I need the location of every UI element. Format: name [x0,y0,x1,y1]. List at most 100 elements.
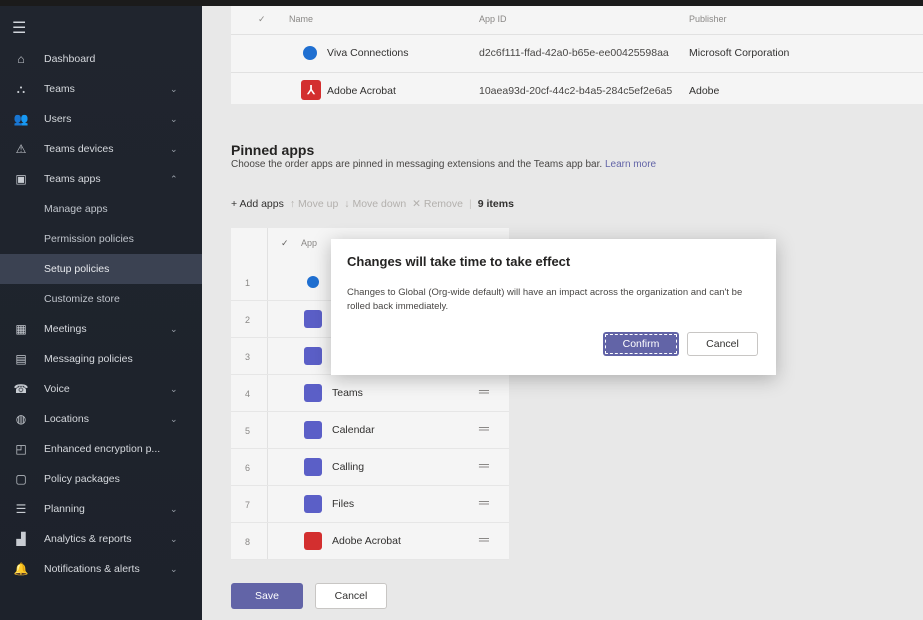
sidebar-item-customize-store[interactable]: Customize store [0,284,202,314]
app-name: Files [332,498,355,510]
drag-handle-icon[interactable]: ═ [479,420,489,436]
column-header-name[interactable]: Name [289,14,313,24]
chevron-icon[interactable]: ⌄ [170,84,178,95]
sidebar-item-label: Planning [44,503,85,515]
confirm-button[interactable]: Confirm [603,332,679,356]
sidebar-item-label: Notifications & alerts [44,563,140,575]
adobe-acrobat-icon: ⅄ [301,80,321,100]
row-order-number: 5 [245,426,251,436]
sidebar-item-teams-devices[interactable]: ⚠ Teams devices ⌄ [0,134,202,164]
pinned-app-row[interactable]: 4 Teams ═ [231,375,509,412]
chevron-icon[interactable]: ⌄ [170,414,178,425]
dialog-cancel-button[interactable]: Cancel [687,332,758,356]
sidebar-item-meetings[interactable]: ▦ Meetings ⌄ [0,314,202,344]
column-header-app-id[interactable]: App ID [479,14,507,24]
save-button[interactable]: Save [231,583,303,609]
hamburger-menu-icon[interactable]: ☰ [12,18,26,38]
drag-handle-icon[interactable]: ═ [479,383,489,399]
move-down-button[interactable]: ↓ Move down [344,198,406,210]
chart-icon: ▟ [16,532,26,546]
add-apps-button[interactable]: + Add apps [231,198,284,210]
dialog-body: Changes to Global (Org-wide default) wil… [347,287,743,312]
row-order-number: 4 [245,389,251,399]
drag-handle-icon[interactable]: ═ [479,531,489,547]
apps-table: ✓ Name App ID Publisher Viva Connections… [231,6,923,104]
sidebar-nav: ☰ ⌂ Dashboard ⛬ Teams ⌄ 👥 Users ⌄ ⚠ Teams devices… [0,6,202,620]
column-header-app[interactable]: App [301,238,317,248]
sidebar-item-label: Teams devices [44,143,114,155]
confirmation-dialog: Changes will take time to take effect Ch… [331,239,776,375]
sidebar-item-notifications-alerts[interactable]: 🔔 Notifications & alerts ⌄ [0,554,202,584]
sidebar-item-setup-policies[interactable]: Setup policies [0,254,202,284]
app-name: Teams [332,387,363,399]
chevron-icon[interactable]: ⌄ [170,144,178,155]
app-name: Viva Connections [327,47,409,59]
app-icon [304,273,322,291]
chevron-icon[interactable]: ⌄ [170,534,178,545]
app-icon [304,310,322,328]
drag-handle-icon[interactable]: ═ [479,457,489,473]
app-icon [304,532,322,550]
sidebar-item-planning[interactable]: ☰ Planning ⌄ [0,494,202,524]
drag-handle-icon[interactable]: ═ [479,494,489,510]
users-icon: 👥 [13,112,29,126]
sidebar-item-permission-policies[interactable]: Permission policies [0,224,202,254]
sidebar-item-locations[interactable]: ◍ Locations ⌄ [0,404,202,434]
sidebar-item-teams-apps[interactable]: ▣ Teams apps ⌃ [0,164,202,194]
app-name: Calendar [332,424,375,436]
sidebar-item-label: Teams [44,83,75,95]
devices-icon: ⚠ [15,142,27,156]
pinned-app-row[interactable]: 7 Files ═ [231,486,509,523]
sidebar-item-analytics-reports[interactable]: ▟ Analytics & reports ⌄ [0,524,202,554]
chevron-icon[interactable]: ⌃ [170,174,178,185]
sidebar-item-policy-packages[interactable]: ▢ Policy packages [0,464,202,494]
pinned-toolbar: + Add apps ↑ Move up ↓ Move down ✕ Remov… [231,198,514,210]
home-icon: ⌂ [17,52,25,66]
sidebar-item-voice[interactable]: ☎ Voice ⌄ [0,374,202,404]
sidebar-item-manage-apps[interactable]: Manage apps [0,194,202,224]
sidebar-item-enhanced-encryption-p[interactable]: ◰ Enhanced encryption p... [0,434,202,464]
sidebar-item-dashboard[interactable]: ⌂ Dashboard [0,44,202,74]
app-name: Adobe Acrobat [327,85,396,97]
bell-icon: 🔔 [13,562,29,576]
chevron-icon[interactable]: ⌄ [170,564,178,575]
sidebar-item-label: Locations [44,413,89,425]
remove-button[interactable]: ✕ Remove [412,198,463,210]
pinned-app-row[interactable]: 5 Calendar ═ [231,412,509,449]
chevron-icon[interactable]: ⌄ [170,324,178,335]
list-icon: ☰ [15,502,27,516]
app-id: d2c6f111-ffad-42a0-b65e-ee00425598aa [479,47,669,59]
lock-icon: ◰ [15,442,27,456]
pinned-app-row[interactable]: 8 Adobe Acrobat ═ [231,523,509,560]
app-name: Adobe Acrobat [332,535,401,547]
chevron-icon[interactable]: ⌄ [170,504,178,515]
app-icon [304,421,322,439]
sidebar-item-label: Setup policies [44,263,110,275]
sidebar-item-label: Users [44,113,72,125]
sidebar-item-messaging-policies[interactable]: ▤ Messaging policies [0,344,202,374]
row-order-number: 7 [245,500,251,510]
row-order-number: 6 [245,463,251,473]
phone-icon: ☎ [13,382,29,396]
sidebar-item-label: Dashboard [44,53,96,65]
sidebar-item-label: Permission policies [44,233,134,245]
sidebar-item-label: Customize store [44,293,120,305]
select-all-checkbox[interactable]: ✓ [281,238,289,249]
sidebar-item-teams[interactable]: ⛬ Teams ⌄ [0,74,202,104]
sidebar-item-label: Teams apps [44,173,101,185]
select-all-checkbox[interactable]: ✓ [258,14,266,25]
cancel-button[interactable]: Cancel [315,583,387,609]
move-up-button[interactable]: ↑ Move up [290,198,338,210]
chevron-icon[interactable]: ⌄ [170,114,178,125]
chevron-icon[interactable]: ⌄ [170,384,178,395]
pinned-app-row[interactable]: 6 Calling ═ [231,449,509,486]
learn-more-link[interactable]: Learn more [605,159,656,170]
description-text: Choose the order apps are pinned in mess… [231,159,603,170]
message-icon: ▤ [15,352,27,366]
sidebar-item-users[interactable]: 👥 Users ⌄ [0,104,202,134]
row-order-number: 8 [245,537,251,547]
publisher: Adobe [689,85,720,97]
column-header-publisher[interactable]: Publisher [689,14,727,24]
pinned-apps-description: Choose the order apps are pinned in mess… [231,159,656,170]
app-icon [304,384,322,402]
